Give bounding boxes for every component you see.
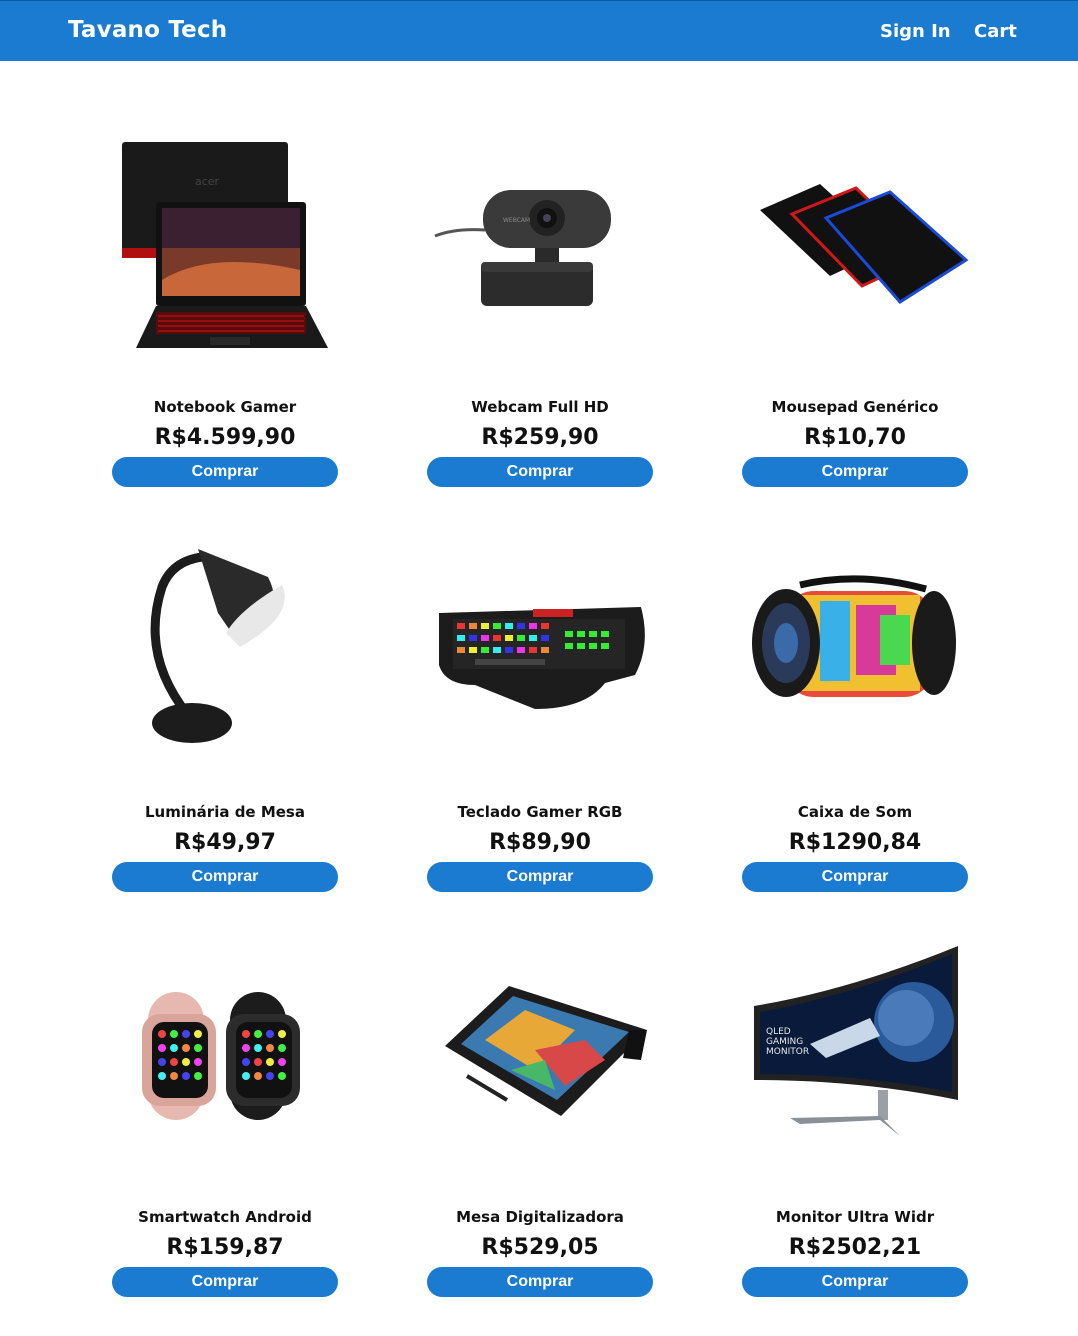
product-price: R$10,70 xyxy=(804,425,906,450)
product-price: R$159,87 xyxy=(166,1235,284,1260)
monitor-icon[interactable]: QLED GAMING MONITOR xyxy=(730,940,980,1180)
drawing-tablet-icon[interactable] xyxy=(415,940,665,1180)
buy-button[interactable]: Comprar xyxy=(112,457,338,487)
product-name: Smartwatch Android xyxy=(138,1208,312,1226)
product-card: Mousepad Genérico R$10,70 Comprar xyxy=(720,130,990,500)
product-price: R$49,97 xyxy=(174,830,276,855)
navbar: Tavano Tech Sign In Cart xyxy=(0,0,1078,61)
svg-text:acer: acer xyxy=(195,175,220,188)
smartwatch-icon[interactable] xyxy=(100,940,350,1180)
product-price: R$1290,84 xyxy=(788,830,922,855)
buy-button[interactable]: Comprar xyxy=(112,862,338,892)
product-card: Luminária de Mesa R$49,97 Comprar xyxy=(90,535,360,905)
product-card: Teclado Gamer RGB R$89,90 Comprar xyxy=(405,535,675,905)
cart-link[interactable]: Cart xyxy=(974,21,1017,42)
product-card: WEBCAM Webcam Full HD R$259,90 Comprar xyxy=(405,130,675,500)
product-name: Notebook Gamer xyxy=(153,398,297,416)
brand-logo[interactable]: Tavano Tech xyxy=(68,17,227,43)
svg-text:WEBCAM: WEBCAM xyxy=(503,217,530,224)
product-name: Mousepad Genérico xyxy=(771,398,939,416)
buy-button[interactable]: Comprar xyxy=(427,862,653,892)
webcam-icon[interactable]: WEBCAM xyxy=(415,130,665,370)
buy-button[interactable]: Comprar xyxy=(112,1267,338,1297)
product-card: QLED GAMING MONITOR Monitor Ultra Widr R… xyxy=(720,940,990,1310)
svg-text:GAMING: GAMING xyxy=(766,1037,803,1047)
svg-text:QLED: QLED xyxy=(766,1027,791,1037)
product-name: Teclado Gamer RGB xyxy=(457,803,623,821)
product-card: Smartwatch Android R$159,87 Comprar xyxy=(90,940,360,1310)
product-price: R$4.599,90 xyxy=(154,425,296,450)
buy-button[interactable]: Comprar xyxy=(742,862,968,892)
product-name: Luminária de Mesa xyxy=(145,803,305,821)
product-card: Mesa Digitalizadora R$529,05 Comprar xyxy=(405,940,675,1310)
product-price: R$2502,21 xyxy=(788,1235,922,1260)
product-price: R$259,90 xyxy=(481,425,599,450)
desk-lamp-icon[interactable] xyxy=(100,535,350,775)
speaker-icon[interactable] xyxy=(730,535,980,775)
buy-button[interactable]: Comprar xyxy=(427,457,653,487)
product-card: acer Notebook Gamer R$4.599,90 Comprar xyxy=(90,130,360,500)
svg-text:MONITOR: MONITOR xyxy=(766,1047,809,1057)
laptop-icon[interactable]: acer xyxy=(100,130,350,370)
buy-button[interactable]: Comprar xyxy=(427,1267,653,1297)
keyboard-icon[interactable] xyxy=(415,535,665,775)
product-price: R$529,05 xyxy=(481,1235,599,1260)
product-name: Mesa Digitalizadora xyxy=(456,1208,624,1226)
product-card: Caixa de Som R$1290,84 Comprar xyxy=(720,535,990,905)
mousepad-icon[interactable] xyxy=(730,130,980,370)
product-price: R$89,90 xyxy=(489,830,591,855)
sign-in-link[interactable]: Sign In xyxy=(880,21,951,42)
product-name: Monitor Ultra Widr xyxy=(775,1208,935,1226)
buy-button[interactable]: Comprar xyxy=(742,1267,968,1297)
product-name: Webcam Full HD xyxy=(471,398,609,416)
buy-button[interactable]: Comprar xyxy=(742,457,968,487)
product-name: Caixa de Som xyxy=(797,803,913,821)
